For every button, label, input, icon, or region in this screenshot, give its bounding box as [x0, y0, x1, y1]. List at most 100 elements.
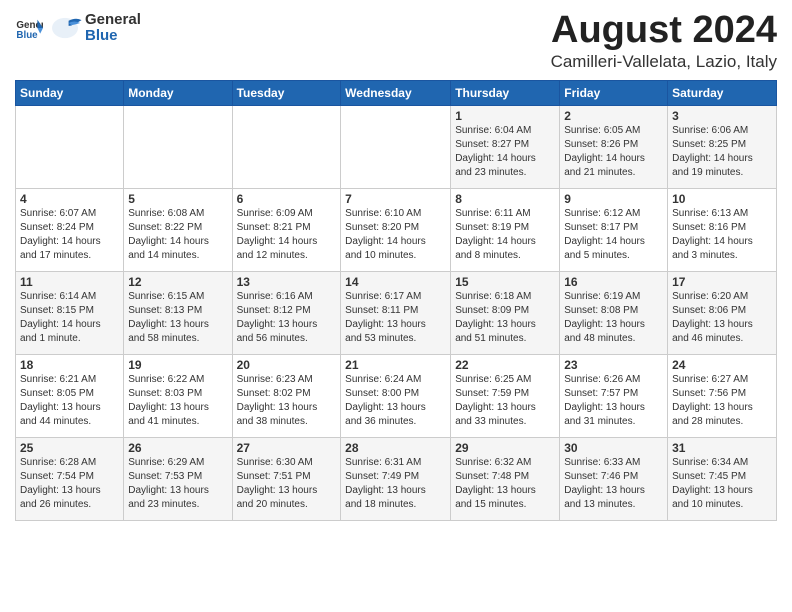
- day-number: 21: [345, 358, 446, 372]
- day-info: Sunrise: 6:13 AM Sunset: 8:16 PM Dayligh…: [672, 207, 772, 263]
- day-info: Sunrise: 6:34 AM Sunset: 7:45 PM Dayligh…: [672, 456, 772, 512]
- day-number: 14: [345, 275, 446, 289]
- day-info: Sunrise: 6:08 AM Sunset: 8:22 PM Dayligh…: [128, 207, 227, 263]
- day-number: 28: [345, 441, 446, 455]
- logo-icon: General Blue: [15, 14, 43, 42]
- day-number: 2: [564, 109, 663, 123]
- calendar-cell: 29Sunrise: 6:32 AM Sunset: 7:48 PM Dayli…: [451, 437, 560, 520]
- day-number: 13: [237, 275, 337, 289]
- calendar-cell: 21Sunrise: 6:24 AM Sunset: 8:00 PM Dayli…: [341, 354, 451, 437]
- day-number: 11: [20, 275, 119, 289]
- calendar-cell: 18Sunrise: 6:21 AM Sunset: 8:05 PM Dayli…: [16, 354, 124, 437]
- day-info: Sunrise: 6:05 AM Sunset: 8:26 PM Dayligh…: [564, 124, 663, 180]
- week-row-2: 4Sunrise: 6:07 AM Sunset: 8:24 PM Daylig…: [16, 188, 777, 271]
- day-number: 25: [20, 441, 119, 455]
- day-number: 8: [455, 192, 555, 206]
- logo-blue-text: Blue: [85, 28, 141, 45]
- day-info: Sunrise: 6:30 AM Sunset: 7:51 PM Dayligh…: [237, 456, 337, 512]
- week-row-4: 18Sunrise: 6:21 AM Sunset: 8:05 PM Dayli…: [16, 354, 777, 437]
- calendar-cell: [232, 105, 341, 188]
- weekday-header-row: SundayMondayTuesdayWednesdayThursdayFrid…: [16, 80, 777, 105]
- day-info: Sunrise: 6:07 AM Sunset: 8:24 PM Dayligh…: [20, 207, 119, 263]
- day-number: 27: [237, 441, 337, 455]
- calendar-cell: 19Sunrise: 6:22 AM Sunset: 8:03 PM Dayli…: [124, 354, 232, 437]
- day-number: 26: [128, 441, 227, 455]
- calendar-cell: [341, 105, 451, 188]
- day-number: 17: [672, 275, 772, 289]
- day-info: Sunrise: 6:12 AM Sunset: 8:17 PM Dayligh…: [564, 207, 663, 263]
- day-info: Sunrise: 6:19 AM Sunset: 8:08 PM Dayligh…: [564, 290, 663, 346]
- weekday-header-thursday: Thursday: [451, 80, 560, 105]
- svg-text:Blue: Blue: [16, 30, 38, 41]
- day-info: Sunrise: 6:15 AM Sunset: 8:13 PM Dayligh…: [128, 290, 227, 346]
- day-info: Sunrise: 6:09 AM Sunset: 8:21 PM Dayligh…: [237, 207, 337, 263]
- day-info: Sunrise: 6:21 AM Sunset: 8:05 PM Dayligh…: [20, 373, 119, 429]
- day-number: 20: [237, 358, 337, 372]
- calendar-cell: 25Sunrise: 6:28 AM Sunset: 7:54 PM Dayli…: [16, 437, 124, 520]
- day-info: Sunrise: 6:25 AM Sunset: 7:59 PM Dayligh…: [455, 373, 555, 429]
- day-info: Sunrise: 6:32 AM Sunset: 7:48 PM Dayligh…: [455, 456, 555, 512]
- weekday-header-saturday: Saturday: [668, 80, 777, 105]
- calendar-cell: 27Sunrise: 6:30 AM Sunset: 7:51 PM Dayli…: [232, 437, 341, 520]
- page: General Blue General Blue: [0, 0, 792, 531]
- day-number: 30: [564, 441, 663, 455]
- day-info: Sunrise: 6:24 AM Sunset: 8:00 PM Dayligh…: [345, 373, 446, 429]
- weekday-header-monday: Monday: [124, 80, 232, 105]
- day-info: Sunrise: 6:06 AM Sunset: 8:25 PM Dayligh…: [672, 124, 772, 180]
- calendar-cell: 13Sunrise: 6:16 AM Sunset: 8:12 PM Dayli…: [232, 271, 341, 354]
- weekday-header-tuesday: Tuesday: [232, 80, 341, 105]
- day-number: 3: [672, 109, 772, 123]
- day-number: 15: [455, 275, 555, 289]
- calendar-table: SundayMondayTuesdayWednesdayThursdayFrid…: [15, 80, 777, 521]
- day-info: Sunrise: 6:11 AM Sunset: 8:19 PM Dayligh…: [455, 207, 555, 263]
- day-info: Sunrise: 6:14 AM Sunset: 8:15 PM Dayligh…: [20, 290, 119, 346]
- weekday-header-friday: Friday: [560, 80, 668, 105]
- calendar-cell: 24Sunrise: 6:27 AM Sunset: 7:56 PM Dayli…: [668, 354, 777, 437]
- week-row-3: 11Sunrise: 6:14 AM Sunset: 8:15 PM Dayli…: [16, 271, 777, 354]
- calendar-cell: 26Sunrise: 6:29 AM Sunset: 7:53 PM Dayli…: [124, 437, 232, 520]
- weekday-header-wednesday: Wednesday: [341, 80, 451, 105]
- day-number: 31: [672, 441, 772, 455]
- day-info: Sunrise: 6:33 AM Sunset: 7:46 PM Dayligh…: [564, 456, 663, 512]
- calendar-cell: 4Sunrise: 6:07 AM Sunset: 8:24 PM Daylig…: [16, 188, 124, 271]
- day-number: 6: [237, 192, 337, 206]
- calendar-cell: 2Sunrise: 6:05 AM Sunset: 8:26 PM Daylig…: [560, 105, 668, 188]
- calendar-cell: 5Sunrise: 6:08 AM Sunset: 8:22 PM Daylig…: [124, 188, 232, 271]
- location-title: Camilleri-Vallelata, Lazio, Italy: [551, 52, 777, 72]
- day-info: Sunrise: 6:23 AM Sunset: 8:02 PM Dayligh…: [237, 373, 337, 429]
- calendar-cell: 3Sunrise: 6:06 AM Sunset: 8:25 PM Daylig…: [668, 105, 777, 188]
- calendar-cell: [16, 105, 124, 188]
- calendar-cell: 11Sunrise: 6:14 AM Sunset: 8:15 PM Dayli…: [16, 271, 124, 354]
- calendar-cell: 28Sunrise: 6:31 AM Sunset: 7:49 PM Dayli…: [341, 437, 451, 520]
- day-info: Sunrise: 6:20 AM Sunset: 8:06 PM Dayligh…: [672, 290, 772, 346]
- day-info: Sunrise: 6:17 AM Sunset: 8:11 PM Dayligh…: [345, 290, 446, 346]
- calendar-cell: 12Sunrise: 6:15 AM Sunset: 8:13 PM Dayli…: [124, 271, 232, 354]
- day-info: Sunrise: 6:29 AM Sunset: 7:53 PM Dayligh…: [128, 456, 227, 512]
- logo-general-text: General: [85, 12, 141, 29]
- day-number: 7: [345, 192, 446, 206]
- month-title: August 2024: [551, 10, 777, 52]
- calendar-cell: 1Sunrise: 6:04 AM Sunset: 8:27 PM Daylig…: [451, 105, 560, 188]
- day-info: Sunrise: 6:10 AM Sunset: 8:20 PM Dayligh…: [345, 207, 446, 263]
- day-number: 10: [672, 192, 772, 206]
- calendar-cell: 31Sunrise: 6:34 AM Sunset: 7:45 PM Dayli…: [668, 437, 777, 520]
- calendar-cell: 14Sunrise: 6:17 AM Sunset: 8:11 PM Dayli…: [341, 271, 451, 354]
- day-number: 12: [128, 275, 227, 289]
- calendar-cell: 8Sunrise: 6:11 AM Sunset: 8:19 PM Daylig…: [451, 188, 560, 271]
- day-number: 9: [564, 192, 663, 206]
- day-info: Sunrise: 6:04 AM Sunset: 8:27 PM Dayligh…: [455, 124, 555, 180]
- logo: General Blue General Blue: [15, 10, 141, 46]
- week-row-5: 25Sunrise: 6:28 AM Sunset: 7:54 PM Dayli…: [16, 437, 777, 520]
- day-number: 29: [455, 441, 555, 455]
- day-number: 16: [564, 275, 663, 289]
- calendar-cell: 22Sunrise: 6:25 AM Sunset: 7:59 PM Dayli…: [451, 354, 560, 437]
- day-number: 19: [128, 358, 227, 372]
- calendar-cell: 16Sunrise: 6:19 AM Sunset: 8:08 PM Dayli…: [560, 271, 668, 354]
- day-info: Sunrise: 6:27 AM Sunset: 7:56 PM Dayligh…: [672, 373, 772, 429]
- day-number: 18: [20, 358, 119, 372]
- calendar-cell: 17Sunrise: 6:20 AM Sunset: 8:06 PM Dayli…: [668, 271, 777, 354]
- calendar-cell: 20Sunrise: 6:23 AM Sunset: 8:02 PM Dayli…: [232, 354, 341, 437]
- calendar-cell: [124, 105, 232, 188]
- weekday-header-sunday: Sunday: [16, 80, 124, 105]
- calendar-cell: 30Sunrise: 6:33 AM Sunset: 7:46 PM Dayli…: [560, 437, 668, 520]
